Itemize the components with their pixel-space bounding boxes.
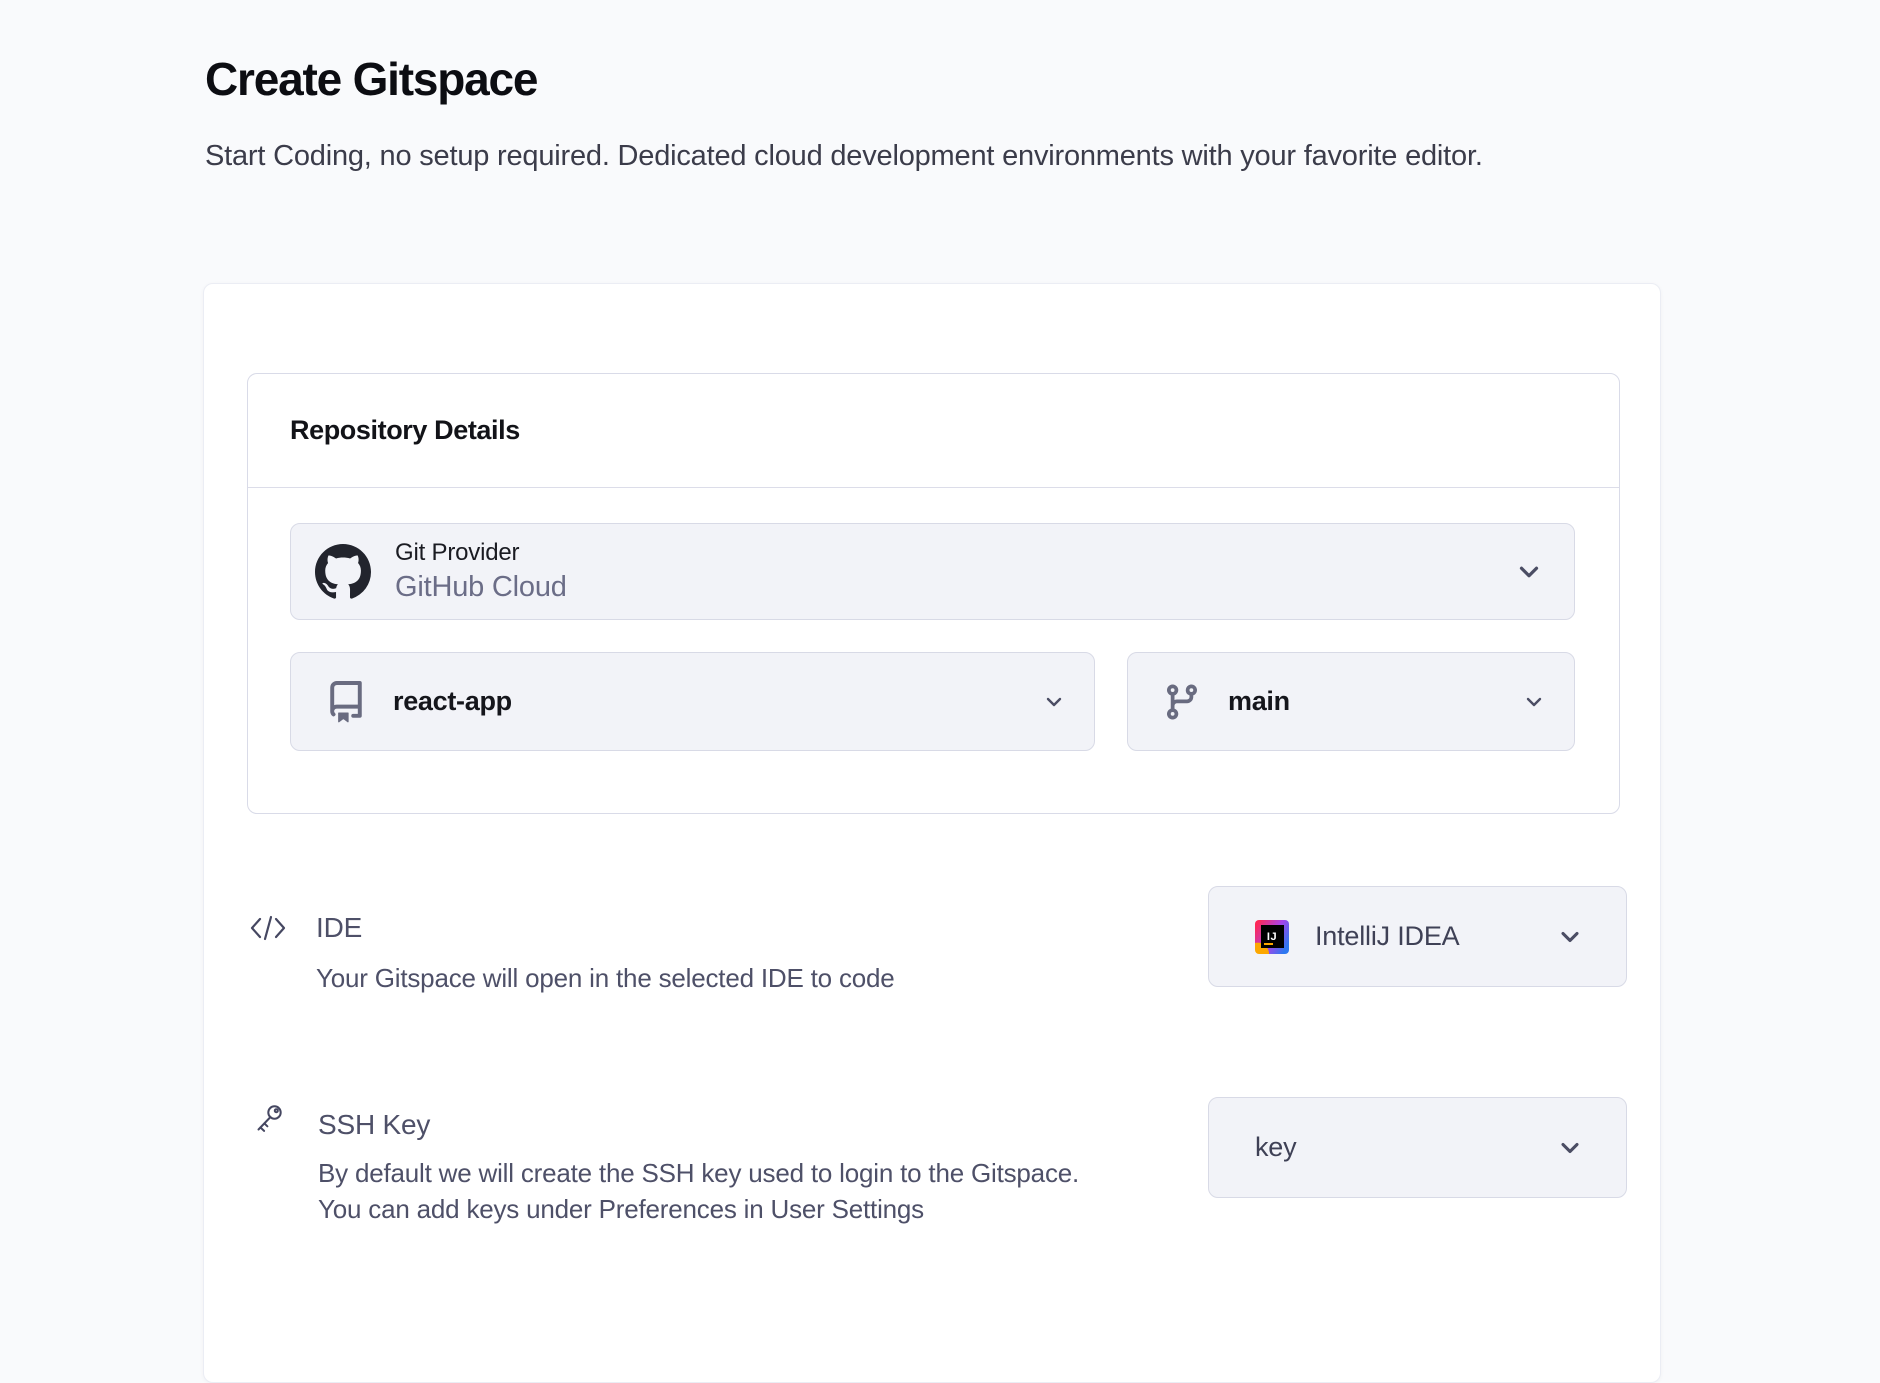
repository-details-header: Repository Details bbox=[248, 374, 1619, 488]
branch-select[interactable]: main bbox=[1127, 652, 1575, 751]
git-provider-labels: Git Provider GitHub Cloud bbox=[395, 538, 567, 605]
intellij-monogram: IJ bbox=[1261, 925, 1284, 948]
repository-details-body: Git Provider GitHub Cloud r bbox=[248, 488, 1619, 751]
ssh-key-description: By default we will create the SSH key us… bbox=[318, 1155, 1079, 1227]
git-provider-label: Git Provider bbox=[395, 538, 567, 568]
git-branch-icon bbox=[1162, 682, 1202, 722]
github-icon bbox=[315, 544, 371, 600]
repository-details-heading: Repository Details bbox=[290, 415, 520, 446]
ssh-key-label: SSH Key bbox=[318, 1109, 430, 1141]
ssh-key-description-line: By default we will create the SSH key us… bbox=[318, 1155, 1079, 1191]
repository-details-panel: Repository Details Git Provider GitHub C… bbox=[247, 373, 1620, 814]
intellij-idea-logo: IJ bbox=[1255, 920, 1289, 954]
chevron-down-icon bbox=[1042, 690, 1066, 714]
repo-icon bbox=[325, 681, 367, 723]
chevron-down-icon bbox=[1514, 557, 1544, 587]
ide-select[interactable]: IJ IntelliJ IDEA bbox=[1208, 886, 1627, 987]
ssh-key-description-line: You can add keys under Preferences in Us… bbox=[318, 1191, 1079, 1227]
ide-value: IntelliJ IDEA bbox=[1315, 921, 1459, 952]
ssh-key-value: key bbox=[1255, 1132, 1296, 1163]
ide-label: IDE bbox=[316, 912, 362, 944]
ide-description: Your Gitspace will open in the selected … bbox=[316, 960, 895, 996]
gitspace-form-card: Repository Details Git Provider GitHub C… bbox=[203, 283, 1661, 1383]
branch-value: main bbox=[1228, 686, 1290, 717]
repository-value: react-app bbox=[393, 686, 512, 717]
key-icon bbox=[253, 1102, 285, 1136]
git-provider-value: GitHub Cloud bbox=[395, 569, 567, 605]
git-provider-select[interactable]: Git Provider GitHub Cloud bbox=[290, 523, 1575, 620]
page-title: Create Gitspace bbox=[205, 52, 537, 106]
ssh-key-select[interactable]: key bbox=[1208, 1097, 1627, 1198]
repo-branch-row: react-app main bbox=[290, 652, 1575, 751]
chevron-down-icon bbox=[1556, 923, 1584, 951]
repository-select[interactable]: react-app bbox=[290, 652, 1095, 751]
chevron-down-icon bbox=[1556, 1134, 1584, 1162]
code-icon bbox=[249, 914, 287, 942]
page-subtitle: Start Coding, no setup required. Dedicat… bbox=[205, 135, 1640, 177]
chevron-down-icon bbox=[1522, 690, 1546, 714]
